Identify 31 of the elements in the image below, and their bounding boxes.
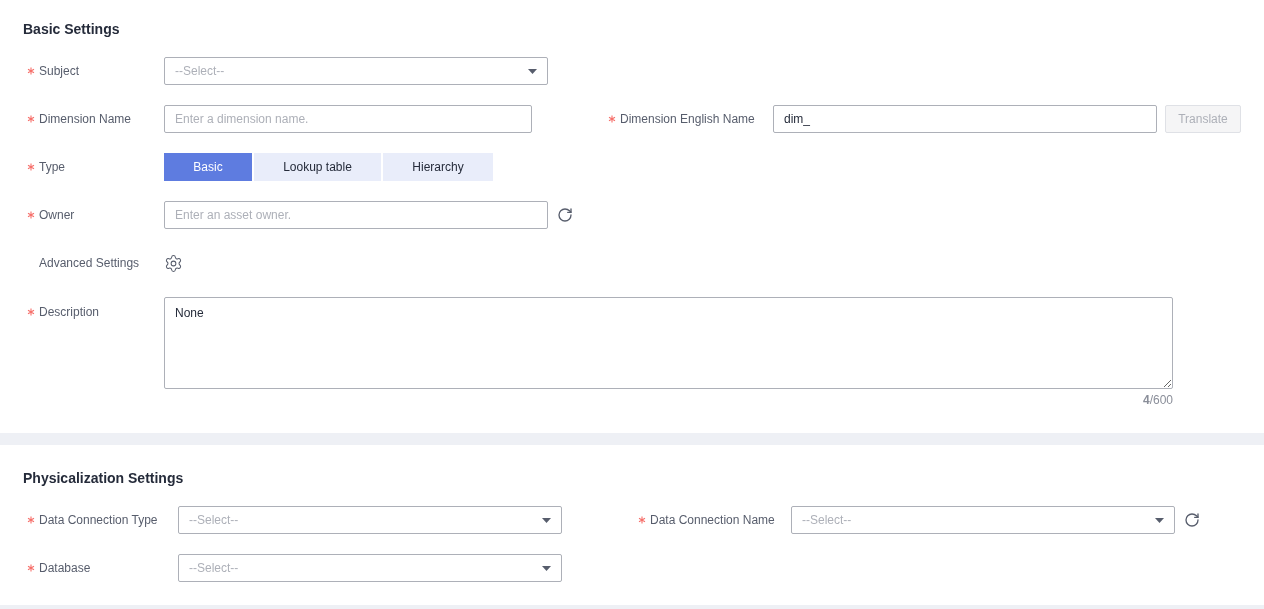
field-label: Subject (39, 63, 80, 80)
caret-icon (542, 565, 551, 571)
field-label: Type (39, 159, 65, 176)
field-label: Data Connection Type (39, 512, 158, 529)
text-input-field[interactable]: Enter an asset owner. (164, 201, 548, 229)
character-counter: 4/600 (1142, 392, 1173, 409)
section-title: Basic Settings (23, 20, 121, 38)
field-label: Advanced Settings (39, 255, 140, 272)
field-label: Database (39, 560, 91, 577)
caret-icon (1155, 517, 1164, 523)
caret-icon (542, 517, 551, 523)
settings-icon[interactable] (164, 253, 183, 273)
type-segment-tab[interactable]: Hierarchy (383, 153, 493, 181)
text-input-field[interactable]: dim_ (773, 105, 1157, 133)
text-input-field[interactable]: Enter a dimension name. (164, 105, 532, 133)
caret-icon (528, 68, 537, 74)
refresh-icon[interactable] (557, 207, 573, 223)
dropdown-field[interactable]: --Select-- (791, 506, 1175, 534)
field-label: Description (39, 304, 100, 321)
type-segment-tab[interactable]: Lookup table (254, 153, 381, 181)
type-segment-tab[interactable]: Basic (164, 153, 252, 181)
dropdown-field[interactable]: --Select-- (178, 506, 562, 534)
dropdown-field[interactable]: --Select-- (178, 554, 562, 582)
field-label: Dimension Name (39, 111, 132, 128)
field-label: Dimension English Name (620, 111, 755, 128)
description-textarea[interactable]: None (164, 297, 1173, 389)
field-label: Data Connection Name (650, 512, 775, 529)
section-title: Physicalization Settings (23, 469, 185, 487)
field-label: Owner (39, 207, 75, 224)
dropdown-field[interactable]: --Select-- (164, 57, 548, 85)
refresh-icon[interactable] (1184, 512, 1200, 528)
